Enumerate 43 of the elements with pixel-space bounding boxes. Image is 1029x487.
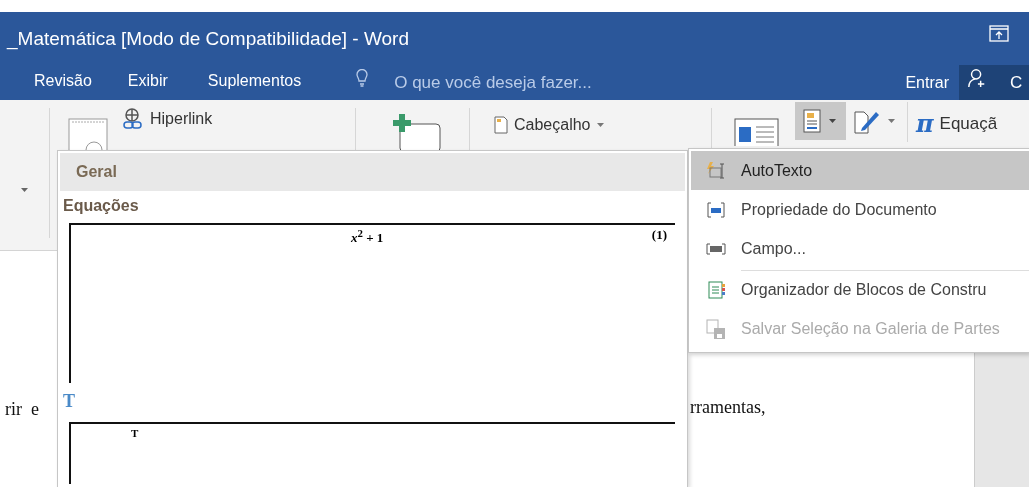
menu-item[interactable]: Organizador de Blocos de Constru xyxy=(691,270,1029,309)
menu-item[interactable]: Propriedade do Documento xyxy=(691,190,1029,229)
gallery-section-title: Equações xyxy=(62,196,140,215)
text-box-icon[interactable] xyxy=(734,118,779,146)
lightning-page-icon xyxy=(705,160,727,181)
equation-text: T xyxy=(131,427,139,439)
document-text: rir e xyxy=(5,399,39,420)
caret-icon xyxy=(596,123,604,127)
menu-item[interactable]: Campo... xyxy=(691,229,1029,268)
quick-parts-button[interactable] xyxy=(795,102,846,140)
hyperlink-button[interactable]: Hiperlink xyxy=(122,108,213,130)
share-button[interactable]: C xyxy=(959,65,1029,100)
ribbon-tab[interactable]: Revisão xyxy=(34,72,92,93)
notebook-icon xyxy=(706,279,726,300)
header-button[interactable]: Cabeçalho xyxy=(494,116,604,134)
caret-icon xyxy=(21,188,28,192)
gallery-section-title: T xyxy=(62,390,76,412)
caret-icon xyxy=(829,119,836,123)
page-pen-icon xyxy=(854,108,880,134)
bracket-field-icon xyxy=(706,200,726,219)
gallery-category-header: Geral xyxy=(60,153,685,191)
equation-preview[interactable]: x$^{2}$ + 1 (1) xyxy=(69,223,675,383)
ribbon-tab[interactable]: Suplementos xyxy=(207,72,302,93)
ribbon-display-options-icon[interactable] xyxy=(989,25,1009,42)
equation-button[interactable]: π Equaçã xyxy=(916,112,998,136)
ribbon-tab[interactable]: Exibir xyxy=(127,72,168,93)
sign-in-link[interactable]: Entrar xyxy=(905,73,949,92)
document-parts-icon xyxy=(803,109,821,133)
equation-number: (1) xyxy=(651,227,667,243)
save-gallery-icon xyxy=(705,317,727,340)
person-add-icon xyxy=(967,67,987,88)
menu-item[interactable]: AutoTexto xyxy=(691,151,1029,190)
document-text: rramentas, xyxy=(690,397,766,418)
globe-link-icon xyxy=(122,108,144,130)
pi-symbol-icon: π xyxy=(916,112,934,136)
field-icon xyxy=(706,242,726,255)
tell-me-field[interactable]: O que você deseja fazer... xyxy=(394,72,592,93)
equation-text: x$^{2}$ + 1 xyxy=(351,227,384,247)
lightbulb-icon xyxy=(356,68,369,87)
page-icon xyxy=(494,116,508,134)
window-title: _Matemática [Modo de Compatibilidade] - Word xyxy=(5,27,410,50)
caret-icon xyxy=(888,119,895,123)
equation-preview[interactable]: T xyxy=(69,422,675,484)
